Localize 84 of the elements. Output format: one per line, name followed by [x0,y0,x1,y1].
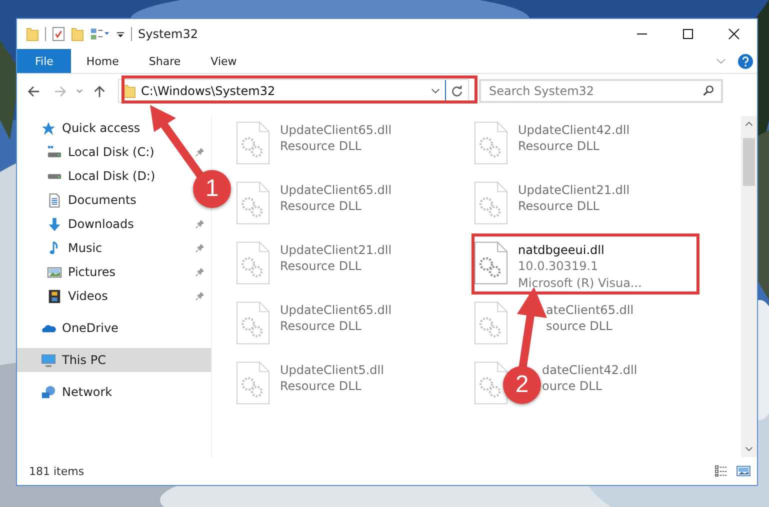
monitor-icon [41,352,56,368]
ribbon-tab[interactable]: File [17,49,72,73]
drive-icon [47,172,62,180]
sidebar-label: Videos [68,289,109,303]
sidebar-item[interactable]: Music [17,236,211,260]
sidebar-item[interactable]: Network [17,380,211,404]
details-view-icon[interactable] [714,465,729,477]
network-icon [41,384,56,400]
folder-icon [123,83,136,99]
pin-icon[interactable] [195,219,205,229]
address-path: C:\Windows\System32 [141,84,276,98]
sidebar-label: Music [68,241,104,255]
file-name: UpdateClient65.dll [280,182,392,198]
view-options-icon[interactable] [90,26,110,42]
sidebar-item[interactable]: Pictures [17,260,211,284]
sidebar-item[interactable]: OneDrive [17,316,211,340]
ribbon-tab[interactable]: Share [134,49,196,73]
picture-icon [47,264,62,280]
file-name: UpdateClient65.dll [280,302,392,318]
file-detail: Resource DLL [280,258,362,275]
file-name: UpdateClient42.dll [518,122,630,138]
item-count: 181 items [29,464,84,478]
back-icon[interactable] [27,84,40,98]
dll-file-icon[interactable] [474,240,508,286]
sidebar-label: OneDrive [62,321,120,335]
chevron-down-icon[interactable] [431,88,440,94]
sidebar-label: This PC [62,353,107,367]
sidebar-label: Downloads [68,217,135,231]
up-icon[interactable] [93,84,106,98]
file-name: ateClient65.dll [546,302,634,318]
recent-dropdown-icon[interactable] [76,88,83,94]
file-detail: Resource DLL [280,318,362,335]
file-detail: Resource DLL [280,198,362,215]
properties-icon[interactable] [52,26,65,42]
search-field[interactable]: Search System32 [480,80,722,102]
ribbon-tab[interactable]: View [196,49,252,73]
sidebar-label: Quick access [62,121,142,135]
file-detail: 10.0.30319.1 [518,258,600,275]
sidebar-label: Local Disk (C:) [68,145,156,159]
sidebar-item[interactable]: Videos [17,284,211,308]
star-icon [41,120,56,136]
sidebar-item[interactable]: Downloads [17,212,211,236]
file-detail: Resource DLL [518,198,600,215]
pin-icon[interactable] [195,267,205,277]
sidebar-label: Local Disk (D:) [68,169,156,183]
file-detail: Resource DLL [280,378,362,395]
ribbon-tab[interactable]: Home [71,49,134,73]
large-icons-view-icon[interactable] [736,465,751,477]
sidebar-item[interactable]: Quick access [17,116,211,140]
window-title: System32 [138,27,198,41]
sidebar-item[interactable]: This PC [17,348,211,372]
pin-icon[interactable] [195,147,205,157]
drive-icon [47,144,62,160]
file-name: natdbgeeui.dll [518,242,606,258]
file-name: UpdateClient5.dll [280,362,384,378]
forward-icon[interactable] [54,84,67,98]
scrollbar-thumb[interactable] [743,138,755,186]
file-detail: Resource DLL [280,138,362,155]
sidebar-label: Network [62,385,114,399]
pin-icon[interactable] [195,243,205,253]
document-icon [47,192,62,208]
sidebar-item[interactable]: Local Disk (C:) [17,140,211,164]
address-bar[interactable]: C:\Windows\System32 [118,79,469,103]
file-name: UpdateClient21.dll [280,242,392,258]
search-icon [703,85,714,96]
file-detail: Microsoft (R) Visua... [518,275,642,292]
file-name: dateClient42.dll [542,362,638,378]
help-icon[interactable] [738,54,753,68]
file-name: UpdateClient21.dll [518,182,630,198]
customize-toolbar-icon[interactable] [116,30,125,38]
pin-icon[interactable] [195,291,205,301]
folder-icon[interactable] [26,26,39,42]
file-detail: source DLL [546,318,614,335]
file-name: UpdateClient65.dll [280,122,392,138]
file-detail: ource DLL [542,378,604,395]
sidebar-label: Documents [68,193,138,207]
scroll-down-icon[interactable] [745,446,753,452]
dll-file-icon[interactable] [474,360,508,406]
film-icon [47,288,62,304]
download-icon [47,216,62,232]
sidebar-label: Pictures [68,265,117,279]
file-detail: Resource DLL [518,138,600,155]
scroll-up-icon[interactable] [745,121,753,127]
new-folder-icon[interactable] [71,26,84,42]
